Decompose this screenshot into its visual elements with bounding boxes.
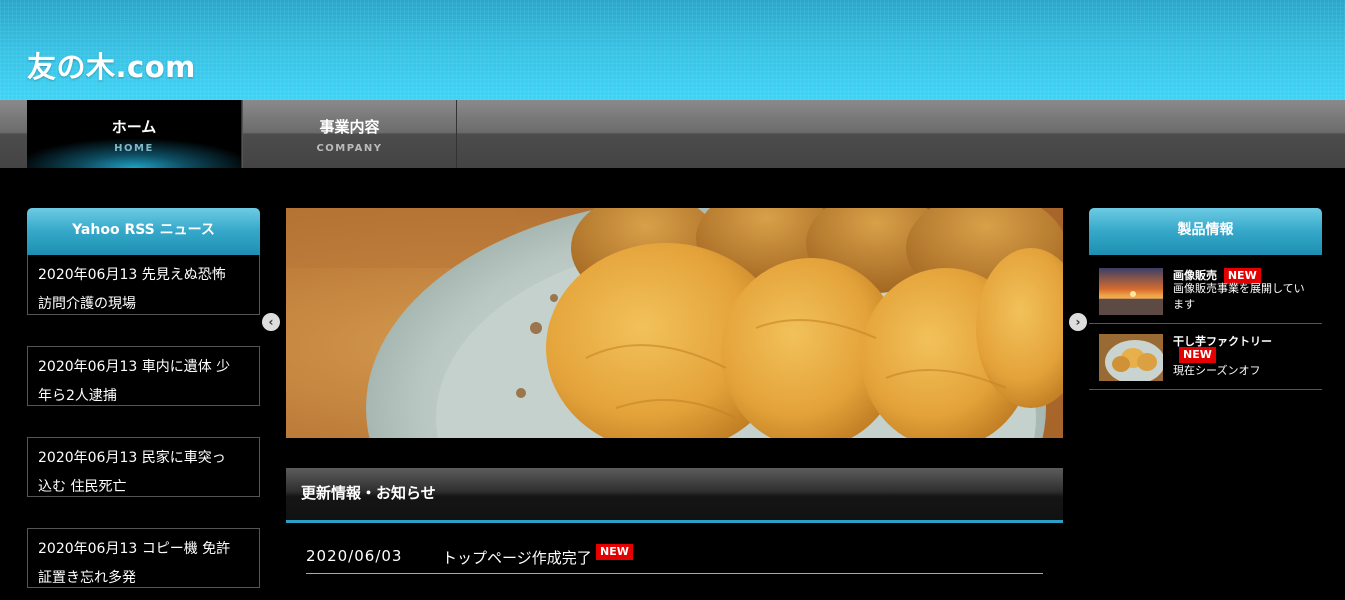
product-thumbnail xyxy=(1099,268,1163,315)
rss-news-item[interactable]: 2020年06月13 車内に遺体 少 年ら2人逮捕 xyxy=(27,346,260,406)
product-item[interactable]: 干し芋ファクトリー NEW 現在シーズンオフ xyxy=(1089,324,1322,390)
rss-news-line: 2020年06月13 先見えぬ恐怖 xyxy=(38,267,226,283)
news-item[interactable]: 2020/06/03 トップページ作成完了 NEW xyxy=(306,540,1043,574)
site-title[interactable]: 友の木.com xyxy=(27,44,196,86)
hero-slider[interactable] xyxy=(286,208,1063,438)
slider-prev-button[interactable]: ‹ xyxy=(262,313,280,331)
new-badge: NEW xyxy=(596,544,633,560)
rss-news-item[interactable]: 2020年06月13 先見えぬ恐怖 訪問介護の現場 xyxy=(27,255,260,315)
product-thumbnail xyxy=(1099,334,1163,381)
rss-news-line: 証置き忘れ多発 xyxy=(38,570,136,586)
rss-news-line: 2020年06月13 民家に車突っ xyxy=(38,450,226,466)
site-header: 友の木.com xyxy=(0,0,1345,100)
rss-news-item[interactable]: 2020年06月13 民家に車突っ 込む 住民死亡 xyxy=(27,437,260,497)
product-description: 現在シーズンオフ xyxy=(1173,364,1261,377)
hero-image xyxy=(286,208,1063,438)
nav-item-home[interactable]: ホーム HOME xyxy=(27,100,242,168)
nav-item-label: ホーム xyxy=(111,118,157,136)
rss-news-line: 込む 住民死亡 xyxy=(38,479,127,495)
new-badge: NEW xyxy=(1179,347,1216,363)
news-section-title: 更新情報・お知らせ xyxy=(286,468,1063,523)
product-description: 画像販売事業を展開しています xyxy=(1173,282,1305,311)
news-text[interactable]: トップページ作成完了 xyxy=(442,547,592,568)
chevron-right-icon: › xyxy=(1075,315,1081,329)
rss-news-line: 年ら2人逮捕 xyxy=(38,388,117,404)
chevron-left-icon: ‹ xyxy=(268,315,274,329)
nav-item-company[interactable]: 事業内容 COMPANY xyxy=(242,100,457,168)
rss-news-line: 2020年06月13 車内に遺体 少 xyxy=(38,359,231,375)
nav-item-sublabel: COMPANY xyxy=(316,143,383,154)
rss-news-line: 訪問介護の現場 xyxy=(38,296,136,312)
product-item[interactable]: 画像販売 NEW 画像販売事業を展開しています xyxy=(1089,258,1322,324)
nav-item-sublabel: HOME xyxy=(114,143,154,154)
rss-panel-title: Yahoo RSS ニュース xyxy=(27,208,260,255)
main-nav: ホーム HOME 事業内容 COMPANY xyxy=(0,100,1345,168)
rss-news-item[interactable]: 2020年06月13 コピー機 免許 証置き忘れ多発 xyxy=(27,528,260,588)
slider-next-button[interactable]: › xyxy=(1069,313,1087,331)
rss-news-line: 2020年06月13 コピー機 免許 xyxy=(38,541,231,557)
news-date: 2020/06/03 xyxy=(306,547,403,565)
products-panel-title: 製品情報 xyxy=(1089,208,1322,255)
nav-item-label: 事業内容 xyxy=(319,118,380,136)
